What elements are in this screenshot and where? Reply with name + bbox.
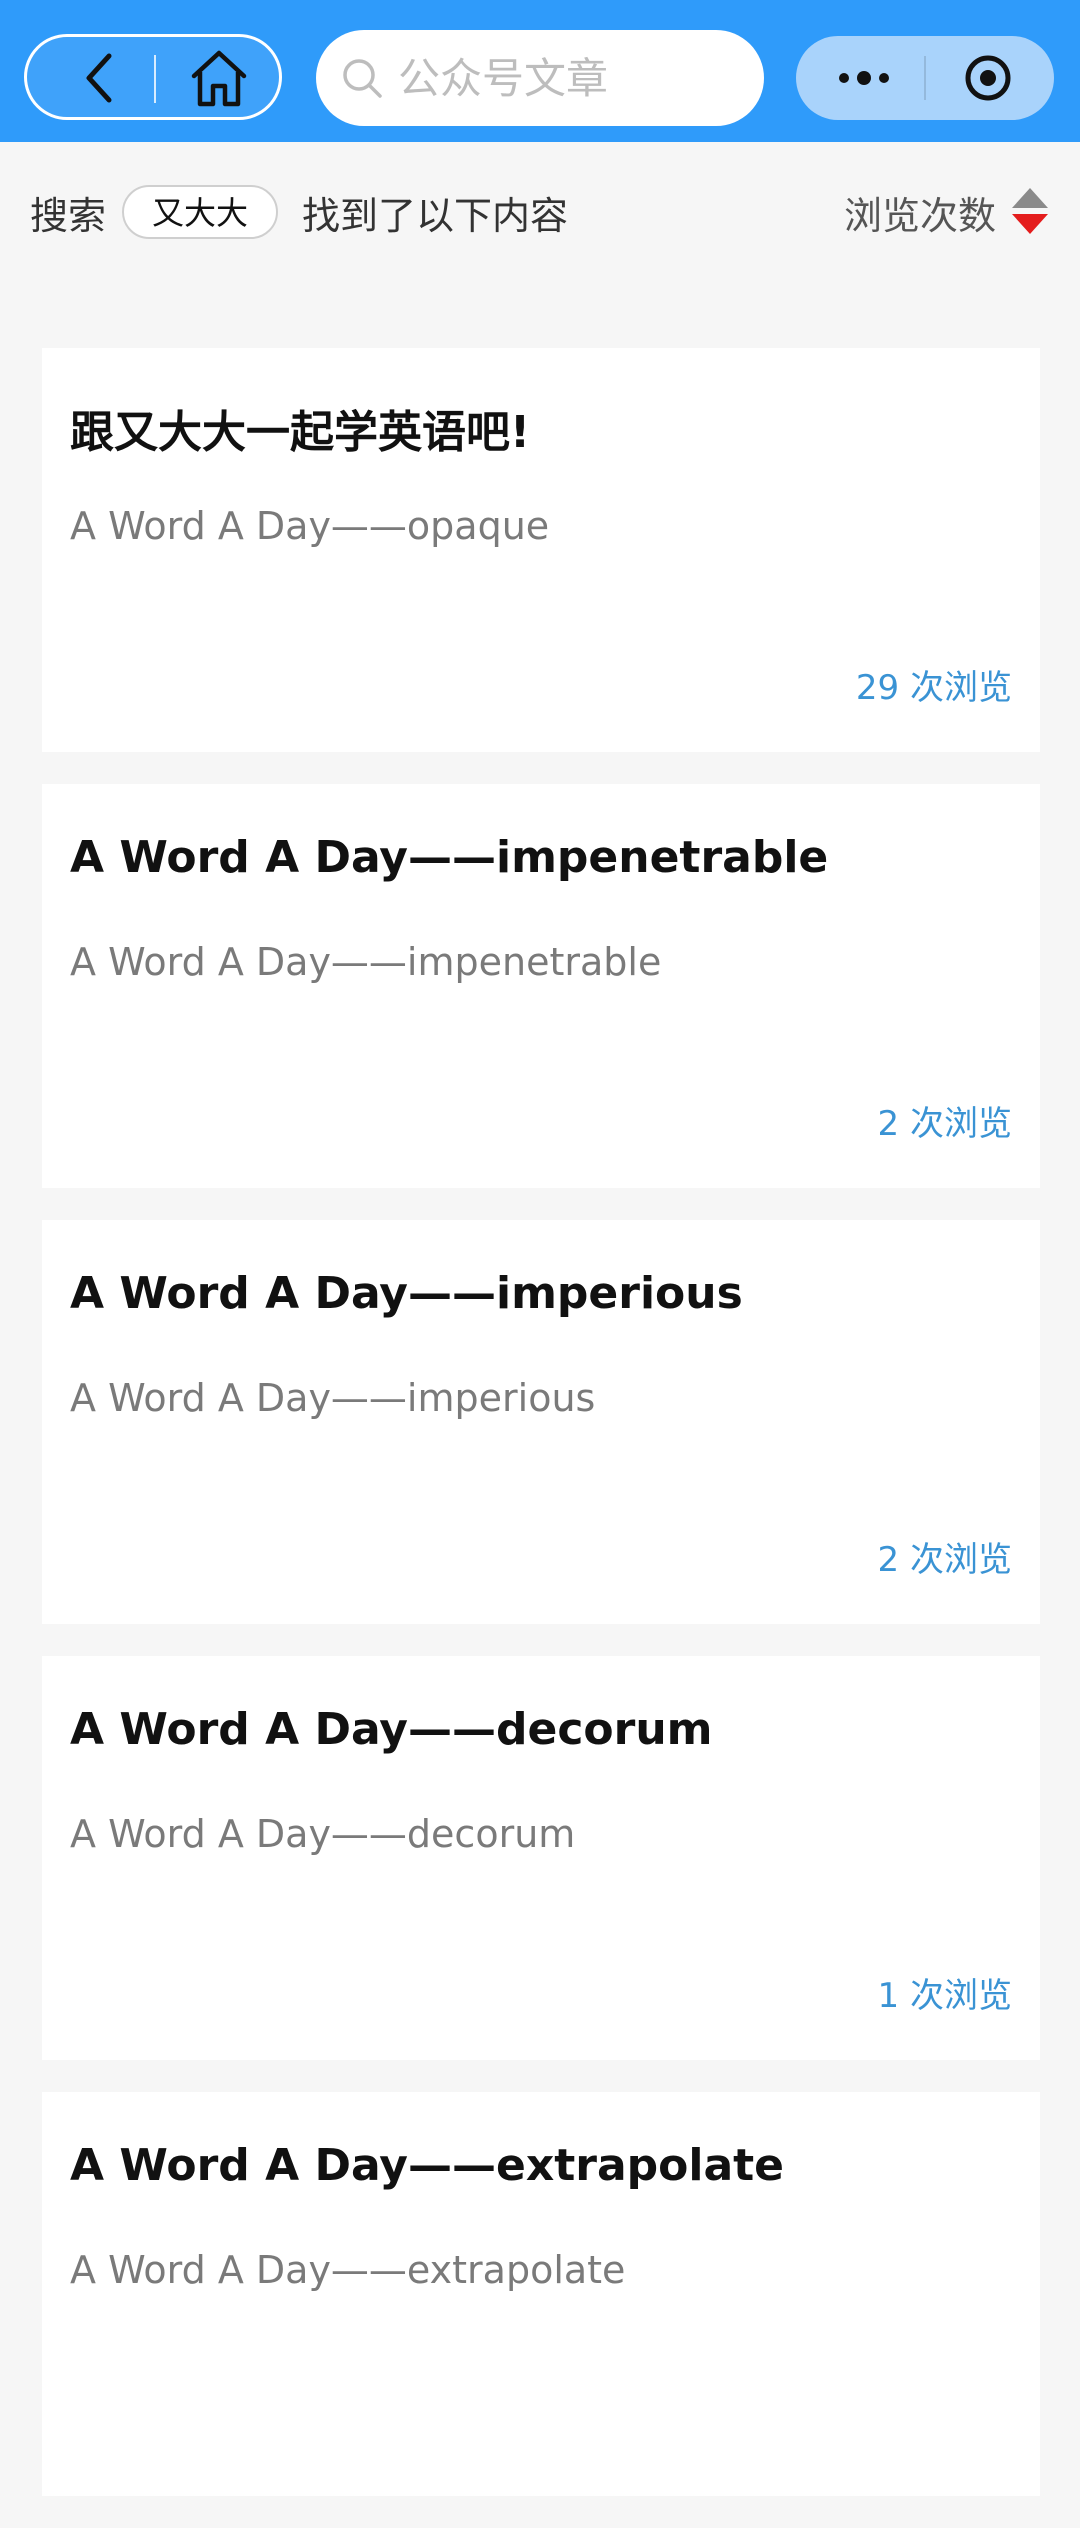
result-suffix: 找到了以下内容 bbox=[302, 193, 569, 238]
search-input[interactable] bbox=[396, 52, 740, 104]
nav-pill bbox=[24, 34, 282, 120]
article-card[interactable]: A Word A Day——decorum A Word A Day——deco… bbox=[42, 1656, 1040, 2060]
search-icon bbox=[340, 56, 384, 100]
search-bar[interactable] bbox=[316, 30, 764, 126]
result-prefix: 搜索 bbox=[30, 193, 107, 238]
article-title: A Word A Day——imperious bbox=[70, 1268, 743, 1319]
article-card[interactable]: A Word A Day——extrapolate A Word A Day——… bbox=[42, 2092, 1040, 2496]
chevron-left-icon bbox=[86, 53, 112, 103]
article-subtitle: A Word A Day——imperious bbox=[70, 1376, 596, 1420]
sort-arrows-icon bbox=[1010, 184, 1050, 240]
mini-program-capsule bbox=[796, 36, 1054, 120]
sort-label: 浏览次数 bbox=[843, 193, 996, 238]
target-circle-icon bbox=[965, 55, 1011, 101]
article-card[interactable]: 跟又大大一起学英语吧! A Word A Day——opaque 29 次浏览 bbox=[42, 348, 1040, 752]
home-button[interactable] bbox=[175, 45, 263, 111]
close-button[interactable] bbox=[936, 44, 1040, 112]
article-card[interactable]: A Word A Day——impenetrable A Word A Day—… bbox=[42, 784, 1040, 1188]
top-nav-bar bbox=[0, 0, 1080, 142]
article-card[interactable]: A Word A Day——imperious A Word A Day——im… bbox=[42, 1220, 1040, 1624]
article-title: A Word A Day——impenetrable bbox=[70, 832, 829, 883]
article-list: 跟又大大一起学英语吧! A Word A Day——opaque 29 次浏览 … bbox=[42, 348, 1040, 2528]
article-view-count: 29 次浏览 bbox=[855, 668, 1012, 708]
article-subtitle: A Word A Day——impenetrable bbox=[70, 940, 662, 984]
sort-up-icon bbox=[1012, 188, 1048, 208]
capsule-divider bbox=[924, 56, 926, 100]
article-title: A Word A Day——extrapolate bbox=[70, 2140, 785, 2191]
sort-by-views-toggle[interactable]: 浏览次数 bbox=[844, 180, 1050, 244]
more-button[interactable] bbox=[816, 44, 912, 112]
keyword-tag[interactable]: 又大大 bbox=[122, 185, 279, 239]
search-result-summary: 搜索 又大大 找到了以下内容 浏览次数 bbox=[30, 180, 1050, 244]
back-button[interactable] bbox=[67, 47, 131, 109]
article-title: A Word A Day——decorum bbox=[70, 1704, 713, 1755]
article-view-count: 2 次浏览 bbox=[877, 1104, 1012, 1144]
nav-divider bbox=[154, 55, 156, 103]
article-view-count: 1 次浏览 bbox=[877, 1976, 1012, 2016]
sort-down-icon bbox=[1012, 214, 1048, 234]
article-subtitle: A Word A Day——opaque bbox=[70, 504, 550, 548]
article-view-count: 2 次浏览 bbox=[877, 1540, 1012, 1580]
article-subtitle: A Word A Day——decorum bbox=[70, 1812, 576, 1856]
article-subtitle: A Word A Day——extrapolate bbox=[70, 2248, 626, 2292]
article-title: 跟又大大一起学英语吧! bbox=[70, 407, 531, 458]
more-dots-icon bbox=[839, 71, 889, 85]
home-icon bbox=[191, 50, 247, 107]
